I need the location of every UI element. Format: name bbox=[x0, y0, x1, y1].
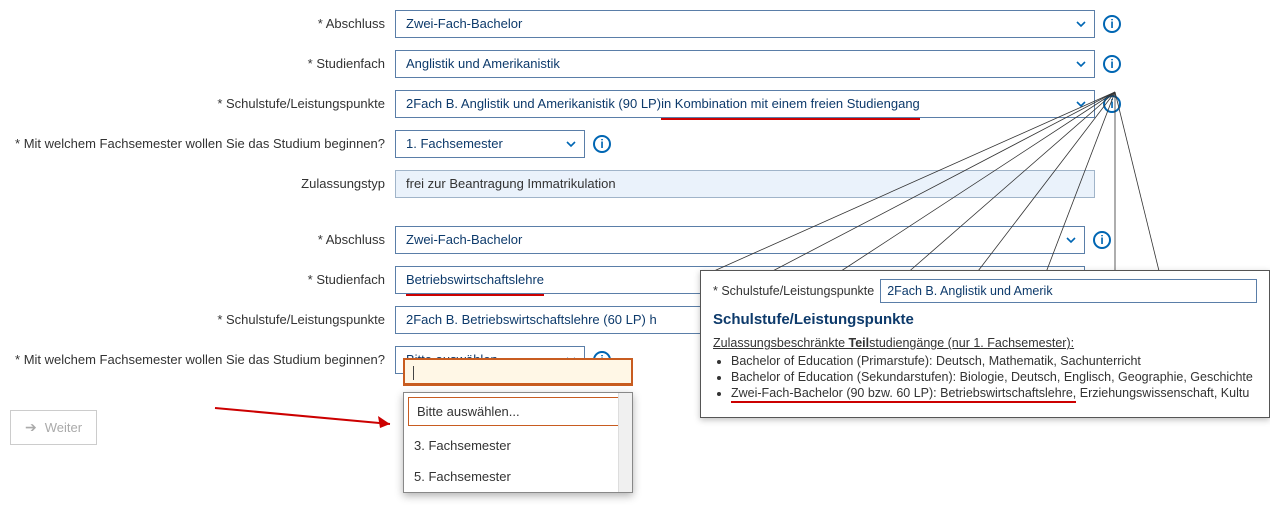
select-schulstufe-1[interactable]: 2Fach B. Anglistik und Amerikanistik (90… bbox=[395, 90, 1095, 118]
select-abschluss-2[interactable]: Zwei-Fach-Bachelor bbox=[395, 226, 1085, 254]
popup-bullet-3: Zwei-Fach-Bachelor (90 bzw. 60 LP): Betr… bbox=[731, 386, 1257, 403]
info-icon[interactable]: i bbox=[593, 135, 611, 153]
label-schulstufe-2: * Schulstufe/Leistungspunkte bbox=[0, 312, 395, 329]
dropdown-option-placeholder[interactable]: Bitte auswählen... bbox=[408, 397, 628, 426]
select-abschluss-1-value: Zwei-Fach-Bachelor bbox=[406, 16, 522, 31]
dropdown-search-input[interactable] bbox=[405, 360, 631, 384]
chevron-down-icon bbox=[1066, 235, 1076, 245]
popup-bullet-3-pre: Zwei-Fach-Bachelor (90 bzw. 60 LP): Betr… bbox=[731, 386, 1076, 403]
popup-subhead-bold: Teil bbox=[849, 336, 870, 350]
label-abschluss-1: * Abschluss bbox=[0, 16, 395, 33]
row-abschluss-1: * Abschluss Zwei-Fach-Bachelor i bbox=[0, 10, 1270, 38]
scrollbar[interactable] bbox=[618, 393, 632, 492]
arrow-right-icon: ➔ bbox=[25, 419, 37, 436]
dropdown-list: Bitte auswählen... 3. Fachsemester 5. Fa… bbox=[403, 392, 633, 493]
row-schulstufe-1: * Schulstufe/Leistungspunkte 2Fach B. An… bbox=[0, 90, 1270, 118]
info-icon[interactable]: i bbox=[1093, 231, 1111, 249]
info-popup: * Schulstufe/Leistungspunkte 2Fach B. An… bbox=[700, 270, 1270, 418]
chevron-down-icon bbox=[566, 139, 576, 149]
annotation-arrow bbox=[210, 400, 410, 440]
popup-row-value: 2Fach B. Anglistik und Amerik bbox=[887, 284, 1052, 298]
select-abschluss-1[interactable]: Zwei-Fach-Bachelor bbox=[395, 10, 1095, 38]
chevron-down-icon bbox=[1076, 99, 1086, 109]
popup-list: Bachelor of Education (Primarstufe): Deu… bbox=[731, 354, 1257, 403]
row-fachsemester-1: * Mit welchem Fachsemester wollen Sie da… bbox=[0, 130, 1270, 158]
readonly-zulassungstyp: frei zur Beantragung Immatrikulation bbox=[395, 170, 1095, 198]
popup-top-row: * Schulstufe/Leistungspunkte 2Fach B. An… bbox=[713, 279, 1257, 303]
select-studienfach-2-value: Betriebswirtschaftslehre bbox=[406, 267, 544, 296]
info-icon[interactable]: i bbox=[1103, 95, 1121, 113]
select-schulstufe-1-value-mark: in Kombination mit einem freien Studieng… bbox=[661, 91, 920, 120]
dropdown-option-5fs[interactable]: 5. Fachsemester bbox=[404, 461, 632, 492]
popup-subhead-pre: Zulassungsbeschränkte bbox=[713, 336, 849, 350]
select-schulstufe-1-value-pre: 2Fach B. Anglistik und Amerikanistik (90… bbox=[406, 96, 661, 111]
popup-title: Schulstufe/Leistungspunkte bbox=[713, 311, 1257, 328]
text-cursor bbox=[413, 366, 414, 380]
popup-bullet-2: Bachelor of Education (Sekundarstufen): … bbox=[731, 370, 1257, 384]
row-studienfach-1: * Studienfach Anglistik und Amerikanisti… bbox=[0, 50, 1270, 78]
popup-subhead-post: studiengänge (nur 1. Fachsemester): bbox=[869, 336, 1074, 350]
label-fachsemester-2: * Mit welchem Fachsemester wollen Sie da… bbox=[0, 352, 395, 369]
label-fachsemester-1: * Mit welchem Fachsemester wollen Sie da… bbox=[0, 136, 395, 153]
next-button-label: Weiter bbox=[45, 420, 82, 435]
label-abschluss-2: * Abschluss bbox=[0, 232, 395, 249]
label-schulstufe-1: * Schulstufe/Leistungspunkte bbox=[0, 96, 395, 113]
chevron-down-icon bbox=[1076, 19, 1086, 29]
dropdown-option-3fs[interactable]: 3. Fachsemester bbox=[404, 430, 632, 461]
label-zulassungstyp: Zulassungstyp bbox=[0, 176, 395, 193]
select-fachsemester-1[interactable]: 1. Fachsemester bbox=[395, 130, 585, 158]
popup-row-label: * Schulstufe/Leistungspunkte bbox=[713, 284, 874, 298]
popup-bullet-3-post: Erziehungswissenschaft, Kultu bbox=[1076, 386, 1249, 400]
select-studienfach-1-value: Anglistik und Amerikanistik bbox=[406, 56, 560, 71]
label-studienfach-1: * Studienfach bbox=[0, 56, 395, 73]
select-fachsemester-1-value: 1. Fachsemester bbox=[406, 136, 503, 151]
popup-subhead: Zulassungsbeschränkte Teilstudiengänge (… bbox=[713, 336, 1257, 350]
info-icon[interactable]: i bbox=[1103, 55, 1121, 73]
row-abschluss-2: * Abschluss Zwei-Fach-Bachelor i bbox=[0, 226, 1270, 254]
row-zulassungstyp: Zulassungstyp frei zur Beantragung Immat… bbox=[0, 170, 1270, 198]
chevron-down-icon bbox=[1076, 59, 1086, 69]
form-block-1: * Abschluss Zwei-Fach-Bachelor i * Studi… bbox=[0, 0, 1270, 198]
select-schulstufe-2-value: 2Fach B. Betriebswirtschaftslehre (60 LP… bbox=[406, 312, 657, 327]
info-icon[interactable]: i bbox=[1103, 15, 1121, 33]
popup-bullet-1: Bachelor of Education (Primarstufe): Deu… bbox=[731, 354, 1257, 368]
select-studienfach-1[interactable]: Anglistik und Amerikanistik bbox=[395, 50, 1095, 78]
select-abschluss-2-value: Zwei-Fach-Bachelor bbox=[406, 232, 522, 247]
dropdown-search-box[interactable] bbox=[403, 358, 633, 386]
popup-row-select[interactable]: 2Fach B. Anglistik und Amerik bbox=[880, 279, 1257, 303]
next-button[interactable]: ➔ Weiter bbox=[10, 410, 97, 445]
label-studienfach-2: * Studienfach bbox=[0, 272, 395, 289]
